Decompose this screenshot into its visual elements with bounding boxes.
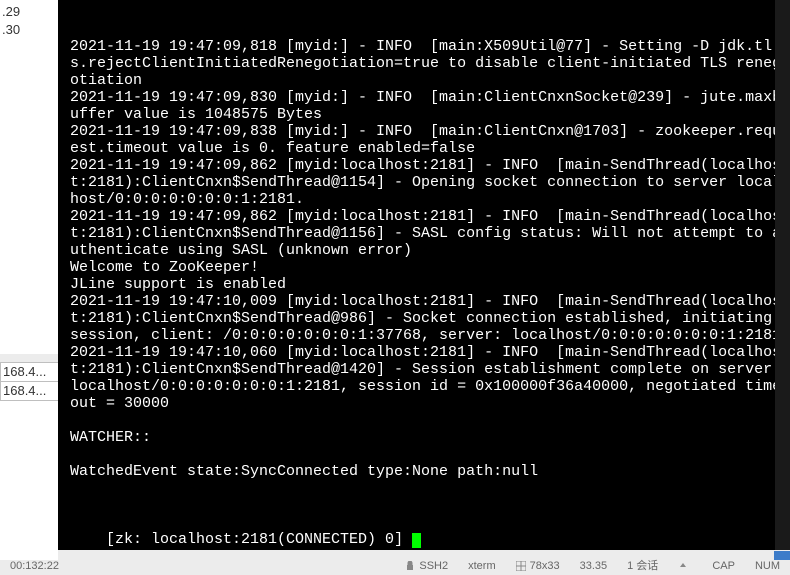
cursor: [412, 533, 421, 548]
terminal-line: [70, 412, 786, 429]
left-panel: .29 .30 168.4... 168.4...: [0, 0, 58, 560]
status-size: 78x33: [506, 560, 570, 573]
terminal-prompt: [zk: localhost:2181(CONNECTED) 0]: [106, 531, 412, 548]
terminal[interactable]: 2021-11-19 19:47:09,818 [myid:] - INFO […: [58, 0, 790, 550]
left-empty: [0, 401, 58, 560]
status-bar: 00:132:22 SSH2 xterm 78x33 33.35 1 会话 CA…: [0, 560, 790, 573]
terminal-output: 2021-11-19 19:47:09,818 [myid:] - INFO […: [70, 38, 786, 480]
terminal-line: JLine support is enabled: [70, 276, 786, 293]
terminal-line: 2021-11-19 19:47:09,862 [myid:localhost:…: [70, 157, 786, 208]
terminal-scrollbar[interactable]: [775, 0, 790, 550]
terminal-line: [70, 446, 786, 463]
terminal-line: WATCHER::: [70, 429, 786, 446]
status-cap: CAP: [702, 560, 745, 573]
terminal-line: Welcome to ZooKeeper!: [70, 259, 786, 276]
left-number: .29: [2, 4, 20, 19]
left-divider: [0, 354, 58, 362]
up-arrow-icon: [678, 561, 688, 571]
lock-icon: [405, 561, 415, 571]
terminal-line: 2021-11-19 19:47:10,009 [myid:localhost:…: [70, 293, 786, 344]
status-size-text: 78x33: [530, 560, 560, 572]
ip-cell[interactable]: 168.4...: [0, 381, 60, 401]
ip-cell[interactable]: 168.4...: [0, 362, 60, 382]
terminal-line: 2021-11-19 19:47:09,818 [myid:] - INFO […: [70, 38, 786, 89]
status-term: xterm: [458, 560, 506, 573]
terminal-prompt-line[interactable]: [zk: localhost:2181(CONNECTED) 0]: [70, 514, 786, 550]
terminal-line: 2021-11-19 19:47:09,862 [myid:localhost:…: [70, 208, 786, 259]
status-num: NUM: [745, 560, 790, 573]
left-number: .30: [2, 22, 20, 37]
grid-icon: [516, 561, 526, 571]
status-uparrow[interactable]: [668, 560, 702, 573]
status-pos: 33.35: [570, 560, 618, 573]
status-ssh: SSH2: [395, 560, 458, 573]
status-ssh-text: SSH2: [419, 560, 448, 572]
terminal-line: 2021-11-19 19:47:09,830 [myid:] - INFO […: [70, 89, 786, 123]
terminal-line: 2021-11-19 19:47:10,060 [myid:localhost:…: [70, 344, 786, 412]
status-session: 1 会话: [617, 560, 668, 573]
status-time: 00:132:22: [0, 560, 69, 573]
terminal-line: 2021-11-19 19:47:09,838 [myid:] - INFO […: [70, 123, 786, 157]
terminal-line: WatchedEvent state:SyncConnected type:No…: [70, 463, 786, 480]
